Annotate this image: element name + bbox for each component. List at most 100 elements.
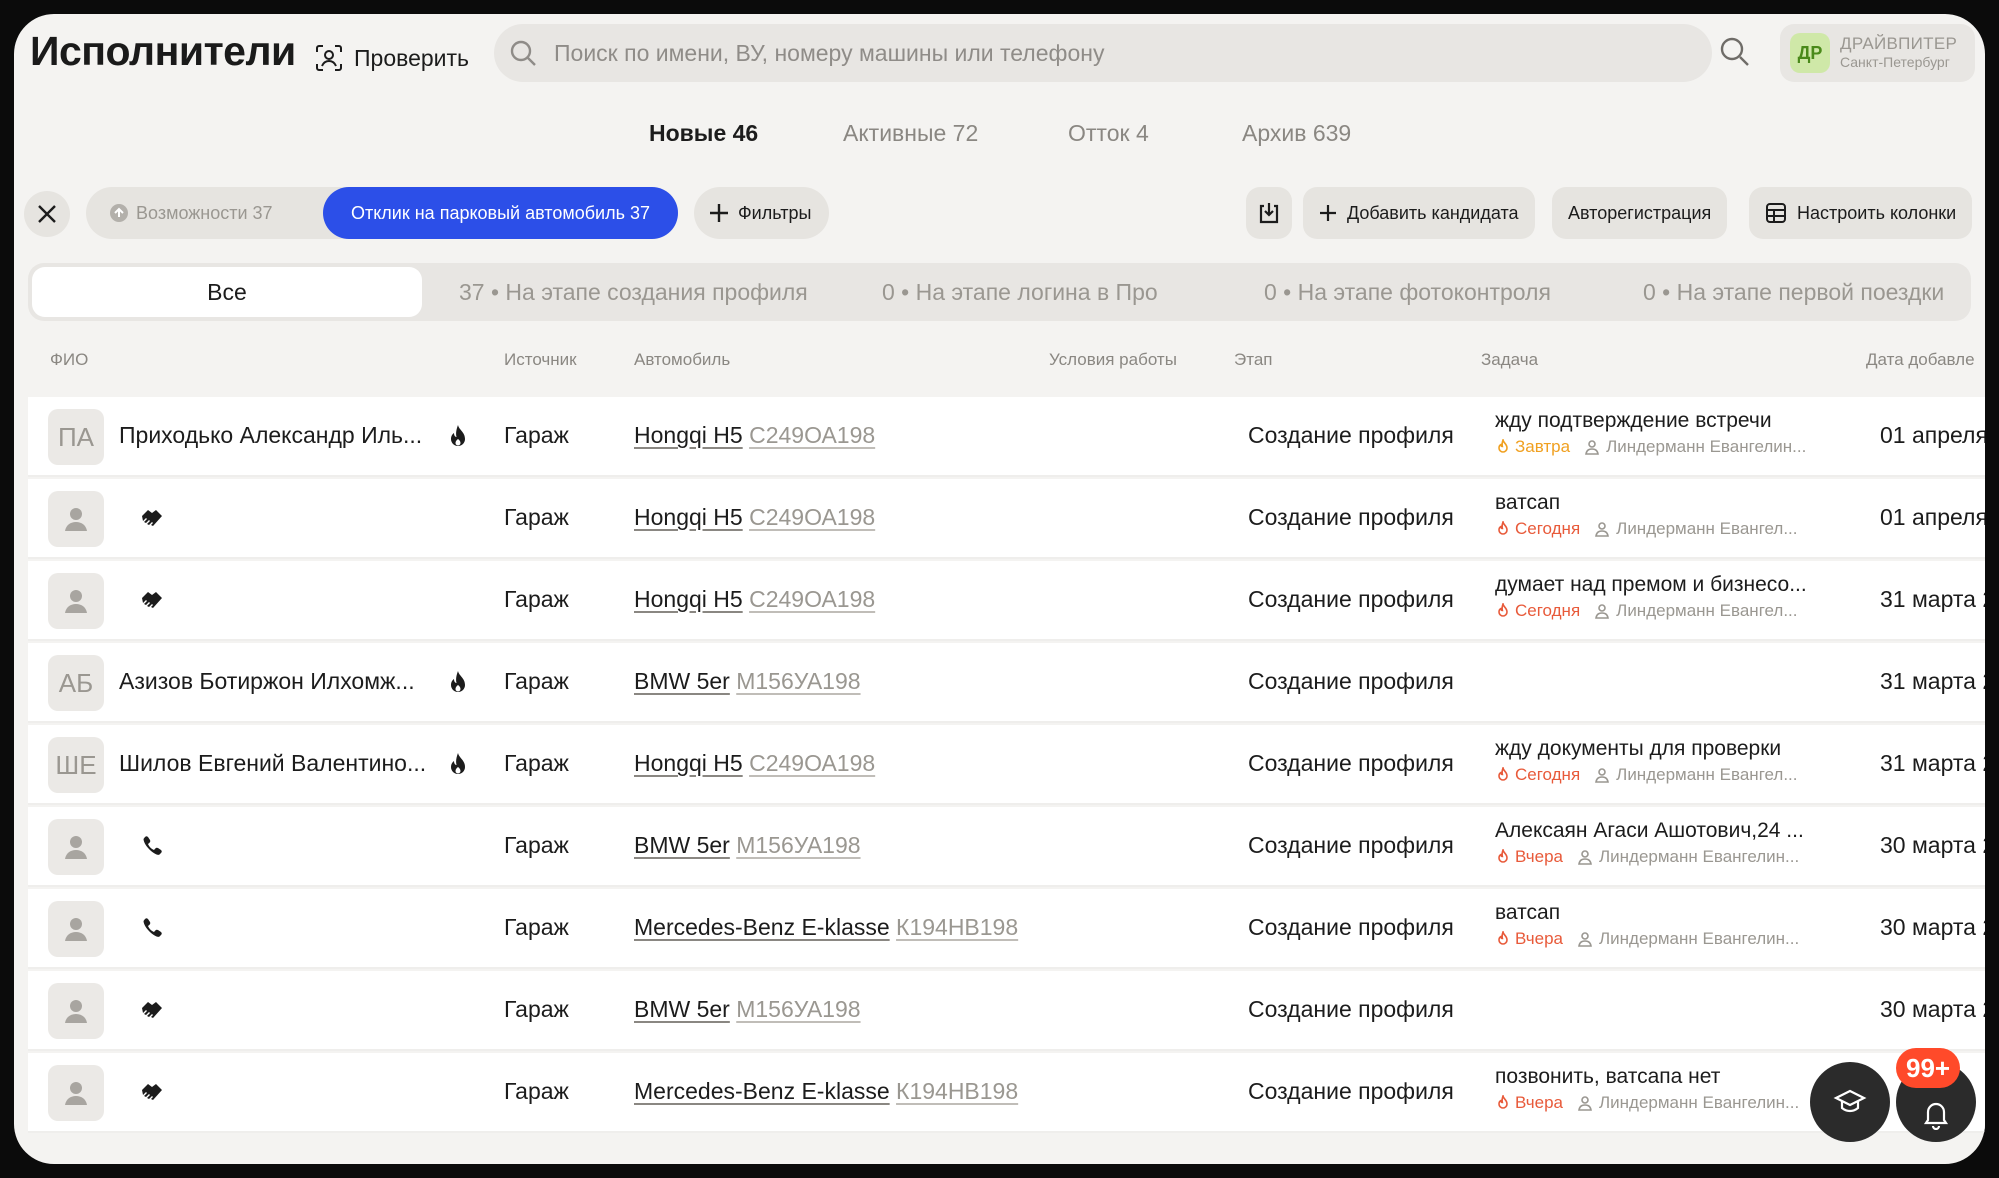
filters-button[interactable]: Фильтры [694,187,830,239]
task-title[interactable]: Алексаян Агаси Ашотович,24 ... [1495,819,1804,843]
car-plate[interactable]: С249ОА198 [749,750,875,776]
filters-label: Фильтры [738,202,812,223]
source-cell: Гараж [504,586,569,612]
table-row[interactable]: Гараж BMW 5er М156УА198 Создание профиля 30… [28,971,1985,1051]
car-plate[interactable]: М156УА198 [736,996,860,1022]
column-header-stage[interactable]: Этап [1234,350,1272,370]
page-title: Исполнители [30,28,296,74]
task-due-label: Сегодня [1515,519,1581,538]
car-link[interactable]: Hongqi H5 С249ОА198 [634,504,875,531]
configure-columns-button[interactable]: Настроить колонки [1749,187,1973,239]
candidate-name[interactable]: Шилов Евгений Валентино... [119,750,426,777]
autoregistration-button[interactable]: Авторегистрация [1552,187,1728,239]
stage-tab-profile[interactable]: 37 • На этапе создания профиля [459,263,808,321]
flame-icon [1495,767,1511,783]
tab-churn[interactable]: Отток 4 [1068,120,1149,147]
car-model[interactable]: Mercedes-Benz E-klasse [634,914,890,940]
person-icon [61,586,91,616]
column-header-task[interactable]: Задача [1481,350,1538,370]
search-input[interactable] [554,39,1654,67]
graduation-cap-icon [1833,1089,1867,1113]
source-cell: Гараж [504,750,569,776]
column-header-source[interactable]: Источник [504,350,577,370]
user-icon [1577,849,1593,865]
export-button[interactable] [1246,187,1292,239]
car-model[interactable]: Hongqi H5 [634,750,743,776]
car-plate[interactable]: К194НВ198 [896,914,1018,940]
task-title[interactable]: думает над премом и бизнесо... [1495,573,1807,597]
table-row[interactable]: Гараж Mercedes-Benz E-klasse К194НВ198 Соз… [28,1053,1985,1133]
column-header-date[interactable]: Дата добавле [1866,350,1975,370]
task-title[interactable]: ватсап [1495,901,1560,925]
candidate-name[interactable]: Азизов Ботиржон Илхомж... [119,668,415,695]
car-link[interactable]: BMW 5er М156УА198 [634,832,861,859]
table-row[interactable]: ПА Приходько Александр Иль... Гараж Hongqi … [28,397,1985,477]
car-model[interactable]: Hongqi H5 [634,422,743,448]
car-model[interactable]: BMW 5er [634,668,730,694]
date-added: 30 марта 2 [1880,914,1985,940]
add-candidate-label: Добавить кандидата [1347,202,1519,223]
learning-button[interactable] [1810,1062,1890,1142]
table-row[interactable]: Гараж Mercedes-Benz E-klasse К194НВ198 Соз… [28,889,1985,969]
fire-icon [444,751,472,779]
car-link[interactable]: Hongqi H5 С249ОА198 [634,422,875,449]
task-title[interactable]: ватсап [1495,491,1560,515]
car-link[interactable]: Hongqi H5 С249ОА198 [634,586,875,613]
candidate-name[interactable]: Приходько Александр Иль... [119,422,422,449]
stage-tab-photo[interactable]: 0 • На этапе фотоконтроля [1264,263,1551,321]
date-added: 31 марта 20 [1880,668,1985,694]
column-header-name[interactable]: ФИО [50,350,88,370]
car-model[interactable]: Hongqi H5 [634,586,743,612]
car-model[interactable]: Mercedes-Benz E-klasse [634,1078,890,1104]
table-row[interactable]: Гараж BMW 5er М156УА198 Создание профиля Ал… [28,807,1985,887]
car-model[interactable]: BMW 5er [634,996,730,1022]
task-title[interactable]: жду документы для проверки [1495,737,1781,761]
table-row[interactable]: Гараж Hongqi H5 С249ОА198 Создание профиля… [28,561,1985,641]
tab-archive[interactable]: Архив 639 [1242,120,1351,147]
task-title[interactable]: позвонить, ватсапа нет [1495,1065,1720,1089]
fire-icon [444,423,472,451]
table-row[interactable]: Гараж Hongqi H5 С249ОА198 Создание профиля… [28,479,1985,559]
car-plate[interactable]: М156УА198 [736,668,860,694]
car-link[interactable]: BMW 5er М156УА198 [634,996,861,1023]
check-button-label: Проверить [354,44,470,71]
table-row[interactable]: АБ Азизов Ботиржон Илхомж... Гараж BMW 5er … [28,643,1985,723]
tab-active[interactable]: Активные 72 [843,120,978,147]
stage-tab-first-ride[interactable]: 0 • На этапе первой поездки [1643,263,1944,321]
header: Исполнители Проверить ДР ДРАЙВПИТЕР Санк… [14,14,1985,114]
avatar: ШЕ [48,737,104,793]
car-model[interactable]: BMW 5er [634,832,730,858]
opportunities-segment[interactable]: Возможности 37 [94,187,289,239]
clear-filters-button[interactable] [24,191,70,237]
search-box [494,24,1712,82]
stage-cell: Создание профиля [1248,832,1454,858]
car-plate[interactable]: С249ОА198 [749,422,875,448]
car-plate[interactable]: С249ОА198 [749,504,875,530]
car-plate[interactable]: С249ОА198 [749,586,875,612]
flame-icon [1495,603,1511,619]
date-added: 31 марта 20 [1880,586,1985,612]
check-button[interactable]: Проверить [306,34,477,82]
search-icon[interactable] [1717,34,1753,70]
car-model[interactable]: Hongqi H5 [634,504,743,530]
column-header-conditions[interactable]: Условия работы [1049,350,1177,370]
organization-switcher[interactable]: ДР ДРАЙВПИТЕР Санкт-Петербург [1780,24,1975,82]
stage-tab-all[interactable]: Все [32,267,422,317]
park-car-response-segment[interactable]: Отклик на парковый автомобиль 37 [323,187,678,239]
source-cell: Гараж [504,832,569,858]
notifications-badge: 99+ [1896,1048,1961,1088]
column-header-car[interactable]: Автомобиль [634,350,730,370]
car-plate[interactable]: К194НВ198 [896,1078,1018,1104]
avatar [48,1065,104,1121]
car-link[interactable]: Mercedes-Benz E-klasse К194НВ198 [634,914,1018,941]
car-link[interactable]: BMW 5er М156УА198 [634,668,861,695]
table-row[interactable]: ШЕ Шилов Евгений Валентино... Гараж Hongqi … [28,725,1985,805]
stage-tab-login[interactable]: 0 • На этапе логина в Про [882,263,1158,321]
date-added: 30 марта 2 [1880,832,1985,858]
tab-new[interactable]: Новые 46 [649,120,758,147]
car-link[interactable]: Hongqi H5 С249ОА198 [634,750,875,777]
car-link[interactable]: Mercedes-Benz E-klasse К194НВ198 [634,1078,1018,1105]
add-candidate-button[interactable]: Добавить кандидата [1303,187,1535,239]
task-title[interactable]: жду подтверждение встречи [1495,409,1772,433]
car-plate[interactable]: М156УА198 [736,832,860,858]
